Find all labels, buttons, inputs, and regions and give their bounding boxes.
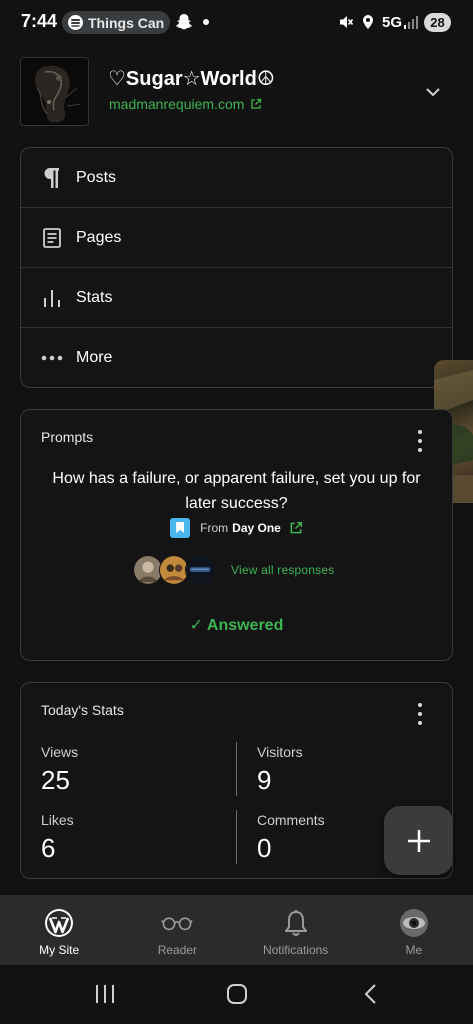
snapchat-icon <box>176 14 192 30</box>
nav-label: My Site <box>39 943 80 957</box>
prompts-card: Prompts How has a failure, or apparent f… <box>20 409 453 661</box>
external-link-icon <box>290 521 302 534</box>
menu-item-label: Stats <box>76 288 113 306</box>
plus-icon <box>407 829 430 852</box>
menu-item-label: More <box>76 349 113 366</box>
status-bar: 7:44 Things Can 5G 28 <box>0 0 473 44</box>
stat-label: Views <box>41 744 79 760</box>
prompt-responses[interactable]: View all responses <box>133 555 334 585</box>
prompts-more-icon[interactable] <box>416 430 424 452</box>
media-pill-text: Things Can <box>88 14 165 31</box>
stat-value: 0 <box>257 833 272 863</box>
recent-apps-icon[interactable] <box>94 983 116 1005</box>
stat-divider <box>236 810 237 864</box>
wordpress-icon <box>43 907 75 939</box>
site-header[interactable]: ♡Sugar☆World☮ madmanrequiem.com <box>20 56 453 128</box>
paragraph-icon <box>41 167 63 189</box>
create-new-button[interactable] <box>384 806 453 875</box>
stat-label: Comments <box>257 812 325 828</box>
stat-value: 9 <box>257 765 272 795</box>
stat-divider <box>236 742 237 796</box>
menu-item-label: Posts <box>76 168 117 186</box>
notification-dot <box>203 19 209 25</box>
menu-item-pages[interactable]: Pages <box>21 208 452 268</box>
nav-label: Reader <box>157 943 198 957</box>
stat-value: 6 <box>41 833 56 863</box>
stat-views[interactable]: Views 25 <box>41 744 78 796</box>
site-icon-artwork <box>21 58 88 125</box>
stat-likes[interactable]: Likes 6 <box>41 812 74 864</box>
prompts-title: Prompts <box>41 429 94 445</box>
nav-tab-my-site[interactable]: My Site <box>0 895 119 965</box>
status-time: 7:44 <box>21 11 58 31</box>
profile-avatar <box>398 907 430 939</box>
site-menu-card: Posts Pages Stats More <box>20 147 453 388</box>
stat-value: 25 <box>41 765 70 795</box>
external-link-icon <box>251 98 262 109</box>
site-switcher-chevron-icon[interactable] <box>421 80 445 104</box>
system-navigation-bar <box>0 965 473 1024</box>
back-icon[interactable] <box>360 983 382 1005</box>
prompt-from-source: Day One <box>232 521 281 535</box>
responder-avatar <box>185 555 215 585</box>
bottom-navigation: My Site Reader Notifications Me <box>0 895 473 965</box>
stat-label: Visitors <box>257 744 303 760</box>
prompt-question: How has a failure, or apparent failure, … <box>52 470 421 512</box>
menu-item-stats[interactable]: Stats <box>21 268 452 328</box>
stat-comments[interactable]: Comments 0 <box>257 812 325 864</box>
stat-visitors[interactable]: Visitors 9 <box>257 744 303 796</box>
menu-item-more[interactable]: More <box>21 328 452 388</box>
more-dots-icon <box>41 347 63 369</box>
spotify-icon <box>68 15 83 30</box>
nav-tab-reader[interactable]: Reader <box>118 895 236 965</box>
signal-icon <box>404 16 418 29</box>
mute-icon <box>339 16 354 28</box>
site-title: ♡Sugar☆World☮ <box>108 68 275 90</box>
stats-title: Today's Stats <box>41 702 124 718</box>
nav-tab-me[interactable]: Me <box>355 895 473 965</box>
menu-item-label: Pages <box>76 228 122 246</box>
day-one-logo-icon <box>170 518 191 538</box>
glasses-icon <box>161 907 194 939</box>
home-icon[interactable] <box>226 983 248 1005</box>
bell-icon <box>280 907 312 939</box>
answered-status[interactable]: ✓ Answered <box>21 615 452 635</box>
site-icon[interactable] <box>20 57 89 126</box>
prompt-from-prefix: From <box>200 521 229 535</box>
prompt-source[interactable]: From Day One <box>21 518 452 538</box>
stat-label: Likes <box>41 812 74 828</box>
view-all-responses-link[interactable]: View all responses <box>231 563 334 577</box>
page-icon <box>41 227 63 249</box>
media-pill[interactable]: Things Can <box>62 11 170 34</box>
network-type: 5G <box>381 13 402 31</box>
site-url-text: madmanrequiem.com <box>109 96 245 112</box>
location-icon <box>362 15 373 29</box>
stats-bars-icon <box>41 287 63 309</box>
stats-more-icon[interactable] <box>416 703 424 725</box>
nav-label: Notifications <box>262 943 329 957</box>
battery-indicator: 28 <box>424 12 451 32</box>
nav-label: Me <box>405 943 423 957</box>
menu-item-posts[interactable]: Posts <box>21 148 452 208</box>
nav-tab-notifications[interactable]: Notifications <box>237 895 355 965</box>
site-url-link[interactable]: madmanrequiem.com <box>109 96 262 112</box>
status-right: 5G 28 <box>338 11 451 33</box>
